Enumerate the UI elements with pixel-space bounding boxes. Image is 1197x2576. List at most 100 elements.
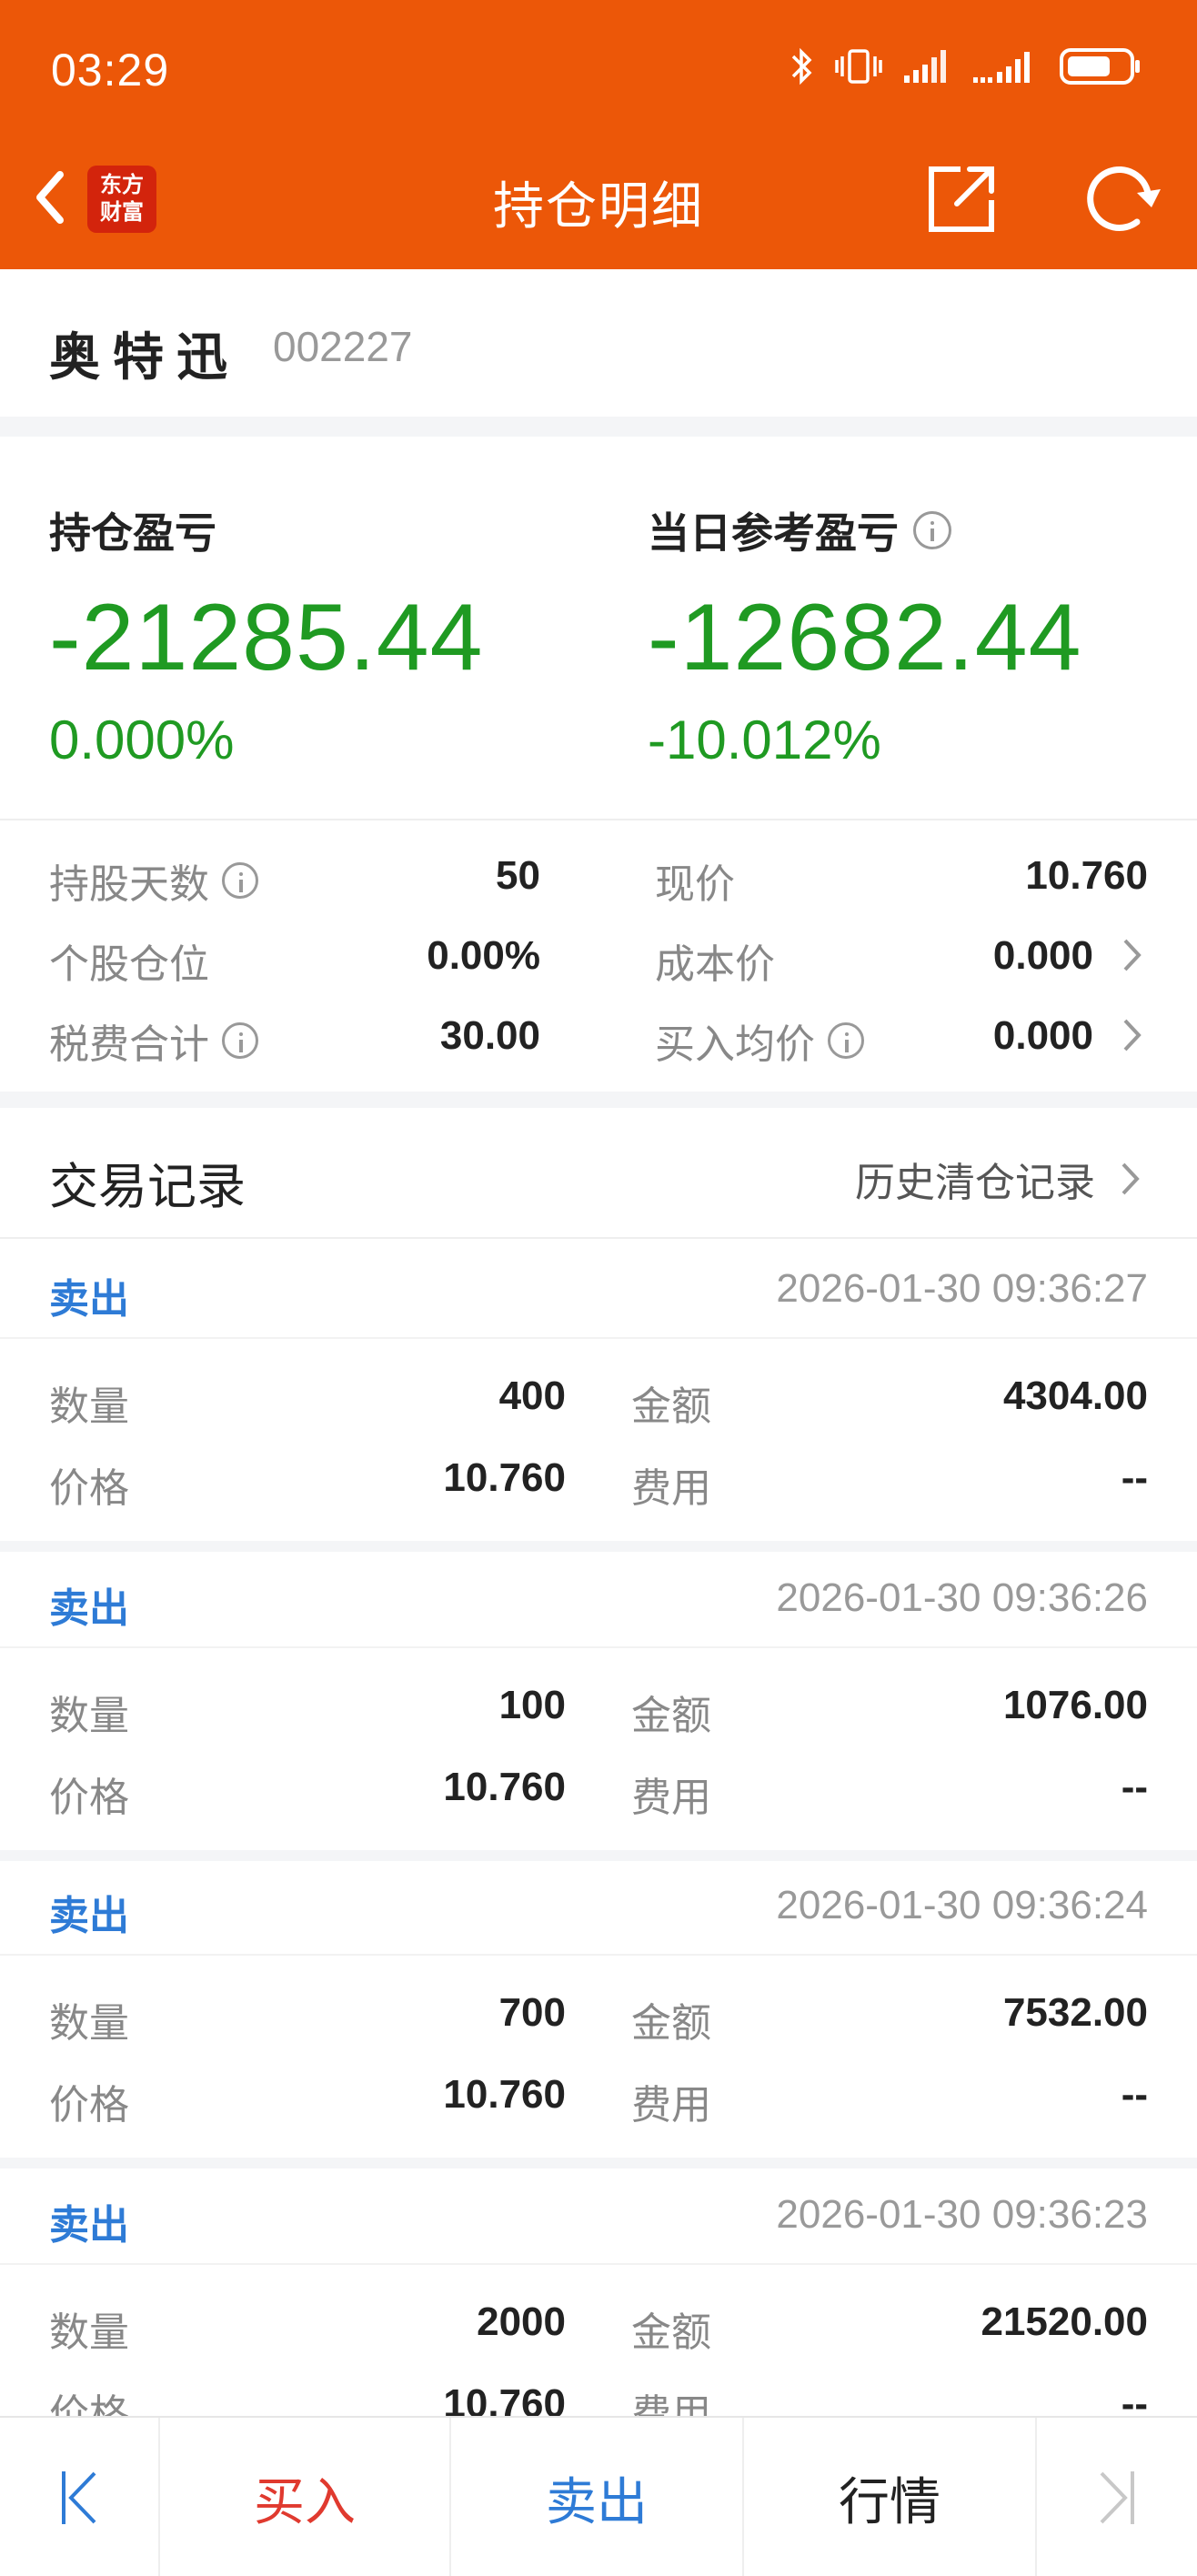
signal-strength-2-icon — [973, 52, 1030, 83]
skip-next-icon — [1100, 2471, 1134, 2524]
info-icon[interactable] — [222, 1022, 258, 1059]
position-ratio-value: 0.00% — [427, 933, 540, 978]
info-icon[interactable] — [222, 862, 258, 899]
stock-name: 奥特迅 — [49, 328, 240, 387]
stock-code: 002227 — [273, 323, 413, 370]
position-pl: 持仓盈亏 -21285.44 0.000% — [49, 500, 483, 771]
position-pl-label: 持仓盈亏 — [49, 508, 216, 558]
stock-header: 奥特迅 002227 — [0, 269, 1197, 417]
chevron-right-icon[interactable] — [1121, 1017, 1144, 1053]
next-stock-button[interactable] — [1037, 2418, 1197, 2576]
qty-label: 数量 — [49, 1693, 129, 1739]
fee-value: -- — [1121, 2072, 1148, 2117]
fee-value: -- — [1121, 1765, 1148, 1809]
vibrate-icon — [835, 49, 882, 84]
profit-loss-section: 持仓盈亏 -21285.44 0.000% 当日参考盈亏 -12682.44 -… — [0, 437, 1197, 819]
avg-buy-label: 买入均价 — [655, 1021, 815, 1068]
tax-fee-label: 税费合计 — [49, 1021, 209, 1068]
status-bar: 03:29 — [0, 0, 1197, 136]
refresh-icon[interactable] — [1082, 160, 1161, 238]
status-icons — [788, 45, 1142, 87]
divider — [0, 2263, 1197, 2265]
fee-label: 费用 — [631, 1775, 711, 1821]
qty-label: 数量 — [49, 1384, 129, 1430]
prev-stock-button[interactable] — [0, 2418, 160, 2576]
status-time: 03:29 — [51, 45, 170, 96]
nav-bar: 东方 财富 持仓明细 — [0, 153, 1197, 244]
history-clear-label: 历史清仓记录 — [855, 1160, 1095, 1206]
info-icon[interactable] — [828, 1022, 864, 1059]
amount-label: 金额 — [631, 2309, 711, 2356]
divider — [0, 1646, 1197, 1648]
amount-value: 21520.00 — [981, 2299, 1148, 2344]
price-value: 10.760 — [443, 1765, 566, 1809]
buy-button[interactable]: 买入 — [160, 2418, 451, 2576]
trade-time: 2026-01-30 09:36:26 — [776, 1575, 1148, 1620]
avg-buy-value[interactable]: 0.000 — [993, 1013, 1093, 1059]
amount-value: 7532.00 — [1002, 1990, 1148, 2035]
bluetooth-icon — [791, 47, 812, 86]
divider — [0, 1337, 1197, 1339]
daily-pl-pct: -10.012% — [648, 709, 881, 770]
stat-row: 个股仓位 0.00% 成本价 0.000 — [0, 922, 1197, 995]
amount-value: 1076.00 — [1002, 1683, 1148, 1727]
signal-strength-icon — [904, 50, 946, 83]
qty-value: 700 — [498, 1990, 566, 2035]
current-price-value: 10.760 — [1025, 853, 1148, 898]
history-clear-link[interactable]: 历史清仓记录 — [855, 1150, 1142, 1208]
trade-type: 卖出 — [49, 2202, 129, 2249]
trade-type: 卖出 — [49, 1893, 129, 1939]
divider — [0, 819, 1197, 820]
stat-row: 持股天数 50 现价 10.760 — [0, 842, 1197, 915]
position-ratio-label: 个股仓位 — [49, 941, 209, 988]
trade-time: 2026-01-30 09:36:24 — [776, 1883, 1148, 1927]
price-value: 10.760 — [443, 1455, 566, 1500]
trade-record[interactable]: 卖出 2026-01-30 09:36:24 数量 700 金额 7532.00… — [0, 1856, 1197, 2165]
daily-pl-label: 当日参考盈亏 — [648, 508, 899, 558]
trade-type: 卖出 — [49, 1276, 129, 1323]
price-value: 10.760 — [443, 2072, 566, 2117]
trade-time: 2026-01-30 09:36:27 — [776, 1266, 1148, 1311]
amount-label: 金额 — [631, 1384, 711, 1430]
share-icon[interactable] — [924, 160, 1001, 236]
hold-days-label: 持股天数 — [49, 861, 209, 908]
fee-value: -- — [1121, 1455, 1148, 1500]
fee-label: 费用 — [631, 1465, 711, 1512]
price-label: 价格 — [49, 2082, 129, 2128]
quote-button[interactable]: 行情 — [744, 2418, 1037, 2576]
hold-days-value: 50 — [496, 853, 540, 898]
trade-type: 卖出 — [49, 1585, 129, 1632]
amount-label: 金额 — [631, 2000, 711, 2047]
skip-previous-icon — [62, 2471, 96, 2524]
qty-value: 100 — [498, 1683, 566, 1727]
cost-price-label: 成本价 — [655, 941, 775, 988]
qty-value: 400 — [498, 1374, 566, 1418]
price-label: 价格 — [49, 1775, 129, 1821]
position-pl-value: -21285.44 — [49, 585, 484, 690]
trade-record[interactable]: 卖出 2026-01-30 09:36:27 数量 400 金额 4304.00… — [0, 1239, 1197, 1548]
info-icon[interactable] — [913, 511, 951, 549]
divider — [0, 1954, 1197, 1956]
chevron-right-icon[interactable] — [1121, 937, 1144, 973]
page-title: 持仓明细 — [493, 177, 704, 236]
tax-fee-value: 30.00 — [439, 1013, 540, 1058]
qty-value: 2000 — [477, 2299, 566, 2344]
daily-pl-value: -12682.44 — [648, 585, 1082, 690]
fee-label: 费用 — [631, 2082, 711, 2128]
sell-button[interactable]: 卖出 — [451, 2418, 744, 2576]
section-divider — [0, 417, 1197, 437]
trade-record[interactable]: 卖出 2026-01-30 09:36:26 数量 100 金额 1076.00… — [0, 1548, 1197, 1857]
current-price-label: 现价 — [655, 861, 735, 908]
qty-label: 数量 — [49, 2309, 129, 2356]
chevron-right-icon — [1122, 1162, 1140, 1195]
trade-records-title: 交易记录 — [49, 1158, 246, 1215]
section-divider — [0, 1092, 1197, 1108]
qty-label: 数量 — [49, 2000, 129, 2047]
stat-row: 税费合计 30.00 买入均价 0.000 — [0, 1002, 1197, 1075]
amount-value: 4304.00 — [1002, 1374, 1148, 1418]
stats-grid: 持股天数 50 现价 10.760 个股仓位 0.00% 成本价 0.000 税… — [0, 837, 1197, 1092]
trade-time: 2026-01-30 09:36:23 — [776, 2192, 1148, 2237]
position-pl-pct: 0.000% — [49, 709, 235, 770]
cost-price-value[interactable]: 0.000 — [993, 933, 1093, 979]
app-header: 03:29 东方 财富 持仓明细 — [0, 0, 1197, 269]
